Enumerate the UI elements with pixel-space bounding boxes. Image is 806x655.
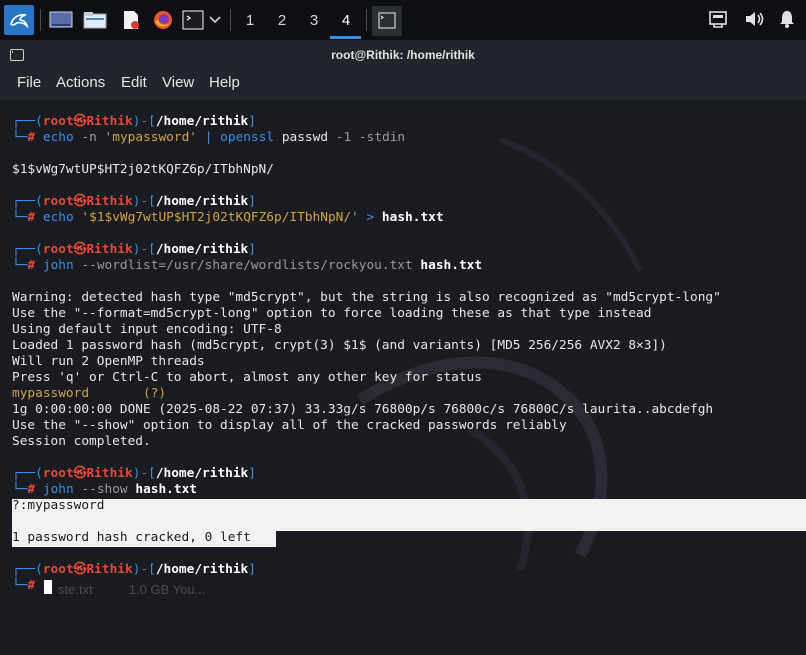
volume-icon[interactable] xyxy=(744,9,766,31)
menu-help[interactable]: Help xyxy=(209,70,240,96)
output-line: Will run 2 OpenMP threads xyxy=(12,354,205,369)
workspace-2-button[interactable]: 2 xyxy=(267,8,297,34)
menu-bar: File Actions Edit View Help xyxy=(0,70,806,100)
prompt-line: ┌──(root㉿Rithik)-[/home/rithik] xyxy=(12,466,256,481)
show-desktop-icon[interactable] xyxy=(48,7,74,33)
background-window-hint: ste.txt 1.0 GB You... xyxy=(58,582,206,597)
output-line: ?:mypassword xyxy=(12,498,105,513)
workspace-3-button[interactable]: 3 xyxy=(299,8,329,34)
chevron-down-icon[interactable] xyxy=(206,7,224,33)
window-titlebar[interactable]: root@Rithik: /home/rithik xyxy=(0,40,806,70)
output-line: $1$vWg7wtUP$HT2j02tKQFZ6p/ITbhNpN/ xyxy=(12,162,274,177)
output-line: Use the "--format=md5crypt-long" option … xyxy=(12,306,652,321)
output-line: Warning: detected hash type "md5crypt", … xyxy=(12,290,721,305)
text-cursor xyxy=(44,580,52,594)
text-selection-highlight xyxy=(12,499,806,531)
output-line: Using default input encoding: UTF-8 xyxy=(12,322,282,337)
menu-actions[interactable]: Actions xyxy=(56,70,105,96)
output-line: 1 password hash cracked, 0 left xyxy=(12,530,251,545)
terminal-output-area[interactable]: ┌──(root㉿Rithik)-[/home/rithik] └─# echo… xyxy=(0,100,806,655)
output-line: Loaded 1 password hash (md5crypt, crypt(… xyxy=(12,338,667,353)
notifications-icon[interactable] xyxy=(777,9,799,31)
workspace-4-button[interactable]: 4 xyxy=(331,8,361,34)
cracked-password-line: mypassword (?) xyxy=(12,386,167,401)
command-line: └─# john --wordlist=/usr/share/wordlists… xyxy=(12,258,483,273)
menu-view[interactable]: View xyxy=(162,70,194,96)
command-line: └─# john --show hash.txt xyxy=(12,482,197,497)
text-editor-icon[interactable] xyxy=(118,7,144,33)
terminal-launcher-icon[interactable] xyxy=(180,7,206,33)
output-line: Use the "--show" option to display all o… xyxy=(12,418,567,433)
prompt-line: ┌──(root㉿Rithik)-[/home/rithik] xyxy=(12,194,256,209)
command-line: └─# echo '$1$vWg7wtUP$HT2j02tKQFZ6p/ITbh… xyxy=(12,210,444,225)
output-line: Press 'q' or Ctrl-C to abort, almost any… xyxy=(12,370,482,385)
terminal-window: root@Rithik: /home/rithik File Actions E… xyxy=(0,40,806,655)
top-panel: 1 2 3 4 xyxy=(0,0,806,41)
window-title: root@Rithik: /home/rithik xyxy=(331,48,475,62)
kali-dragon-icon xyxy=(10,14,29,29)
firefox-icon[interactable] xyxy=(150,7,176,33)
command-line: └─# echo -n 'mypassword' | openssl passw… xyxy=(12,130,406,145)
menu-file[interactable]: File xyxy=(17,70,41,96)
output-line: Session completed. xyxy=(12,434,151,449)
panel-separator xyxy=(230,9,231,31)
taskbar-terminal-button[interactable] xyxy=(372,6,402,36)
file-manager-icon[interactable] xyxy=(82,7,108,33)
menu-edit[interactable]: Edit xyxy=(121,70,147,96)
prompt-line: ┌──(root㉿Rithik)-[/home/rithik] xyxy=(12,242,256,257)
network-icon[interactable] xyxy=(708,9,730,31)
output-line: 1g 0:00:00:00 DONE (2025-08-22 07:37) 33… xyxy=(12,402,714,417)
workspace-1-button[interactable]: 1 xyxy=(235,8,265,34)
panel-separator xyxy=(366,9,367,31)
panel-separator xyxy=(40,9,41,31)
prompt-line: ┌──(root㉿Rithik)-[/home/rithik] xyxy=(12,114,256,129)
prompt-line: ┌──(root㉿Rithik)-[/home/rithik] xyxy=(12,562,256,577)
kali-menu-button[interactable] xyxy=(4,5,34,35)
command-line: └─# xyxy=(12,578,36,593)
active-workspace-indicator xyxy=(330,36,361,39)
